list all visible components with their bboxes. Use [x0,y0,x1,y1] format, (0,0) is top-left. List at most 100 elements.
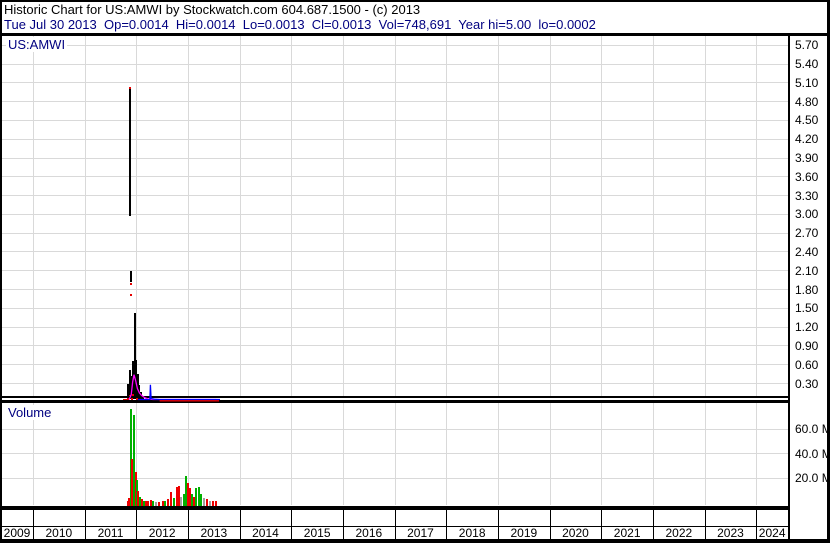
year-label: 2014 [252,526,279,540]
price-axis-label: 3.30 [795,188,819,203]
year-label: 2011 [97,526,124,540]
year-label: 2012 [148,526,176,540]
year-gridline-main [394,36,396,396]
year-gridline-main [136,36,138,396]
price-axis-label: 1.20 [795,320,819,335]
close-dot [130,293,133,296]
volume-axis-label: 20.0 M [795,471,830,486]
year-tick-divider [653,510,654,526]
year-gridline-volume [601,403,603,505]
year-tick-divider [33,510,34,526]
price-axis-label: 1.80 [795,282,819,297]
year-label: 2018 [458,526,486,540]
price-axis-label: 5.70 [795,38,819,53]
volume-axis-label: 60.0 M [795,422,830,436]
quote-summary-line: Tue Jul 30 2013 Op=0.0014 Hi=0.0014 Lo=0… [4,17,596,32]
ohlc-range-bar [129,270,132,283]
year-gridline-main [446,36,448,396]
year-gridline-volume [653,403,654,505]
ohlc-range-bar [128,89,131,217]
price-axis-label: 4.20 [795,132,819,147]
year-label: 2010 [45,526,73,540]
top-border [0,0,830,2]
close-dot [129,282,132,285]
year-tick-divider [704,510,706,526]
year-tick-divider [239,510,241,526]
left-border [0,0,2,543]
year-label: 2009 [3,526,31,540]
year-label: 2022 [665,526,693,540]
symbol-label: US:AMWI [6,37,68,52]
year-tick-divider [84,510,86,526]
year-tick-divider [188,510,189,526]
year-gridline-main [601,36,603,396]
year-gridline-main [756,36,758,396]
year-tick-divider [291,510,293,526]
year-gridline-volume [756,403,758,505]
year-label: 2013 [200,526,228,540]
year-gridline-main [239,36,241,396]
price-axis-label: 0.90 [795,338,819,353]
year-label: 2015 [303,526,331,540]
volume-bar [167,499,170,506]
year-gridline-main [498,36,499,396]
year-label: 2021 [613,526,641,540]
year-gridline-volume [446,403,448,505]
year-label: 2017 [407,526,434,540]
year-tick-divider [601,510,603,526]
year-gridline-main [343,36,344,396]
price-axis-label: 3.90 [795,151,819,166]
price-axis-label: 2.40 [795,244,819,259]
year-tick-divider [343,510,344,526]
chart-top-frame [0,33,830,36]
price-axis-label: 5.40 [795,57,819,72]
year-tick-divider [498,510,499,526]
year-gridline-volume [549,403,551,505]
year-gridline-main [549,36,551,396]
year-gridline-main [653,36,654,396]
chart-title: Historic Chart for US:AMWI by Stockwatch… [4,2,421,17]
year-label: 2020 [562,526,589,540]
year-label: 2016 [355,526,383,540]
price-axis-label: 2.70 [795,226,819,241]
volume-bar [172,498,175,506]
year-gridline-volume [704,403,706,505]
volume-bar [205,499,208,506]
year-gridline-volume [498,403,499,505]
price-volume-separator-thin [0,396,790,398]
year-label: 2023 [717,526,744,540]
year-gridline-main [291,36,293,396]
price-axis-label: 3.60 [795,169,819,184]
year-gridline-volume [84,403,86,505]
year-label: 2024 [758,526,786,540]
price-axis-label: 5.10 [795,75,819,90]
year-gridline-volume [343,403,344,505]
year-gridline-volume [291,403,293,505]
year-tick-divider [549,510,551,526]
year-gridline-main [704,36,706,396]
close-dot [128,86,131,89]
year-tick-divider [136,510,138,526]
stockwatch-historic-chart-window: Historic Chart for US:AMWI by Stockwatch… [0,0,830,543]
year-gridline-volume [394,403,396,505]
price-axis-label: 1.50 [795,301,819,316]
year-tick-divider [394,510,396,526]
price-axis-label: 0.30 [795,376,819,391]
price-axis-label: 4.80 [795,94,819,109]
year-gridline-volume [239,403,241,505]
year-tick-divider [756,510,758,526]
plot-right-frame [788,33,790,543]
price-volume-separator-thick [0,400,790,403]
year-label: 2019 [510,526,538,540]
volume-pane-label: Volume [6,405,54,420]
year-gridline-main [188,36,189,396]
volume-axis-label: 40.0 M [795,446,830,461]
bottom-border [0,539,830,543]
price-axis-label: 3.00 [795,207,819,222]
price-axis-label: 2.10 [795,263,819,278]
year-tick-divider [446,510,448,526]
year-gridline-main [84,36,86,396]
price-axis-label: 4.50 [795,113,819,128]
year-gridline-main [33,36,34,396]
price-axis-label: 0.60 [795,357,819,372]
